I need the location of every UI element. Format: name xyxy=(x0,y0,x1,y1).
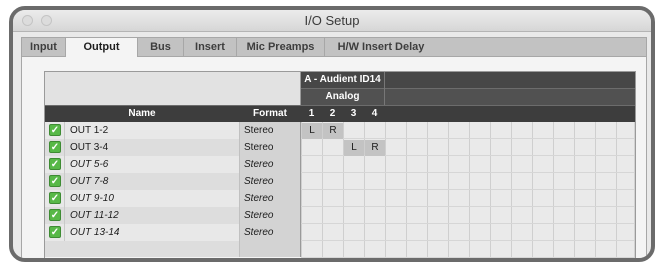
assignment-cell[interactable]: L xyxy=(302,123,322,139)
window-title: I/O Setup xyxy=(304,13,360,28)
empty-row xyxy=(45,241,301,257)
checkbox-cell: ✓ xyxy=(45,122,65,139)
tab-mic-preamps[interactable]: Mic Preamps xyxy=(237,38,325,56)
tab-output[interactable]: Output xyxy=(66,38,138,57)
tab-bus[interactable]: Bus xyxy=(138,38,184,56)
checkmark-icon[interactable]: ✓ xyxy=(49,124,61,136)
path-format: Stereo xyxy=(239,190,301,207)
table-row[interactable]: ✓ OUT 11-12 Stereo xyxy=(45,207,301,224)
path-name[interactable]: OUT 1-2 xyxy=(67,122,237,139)
checkbox-cell: ✓ xyxy=(45,156,65,173)
assignment-cell[interactable]: L xyxy=(344,140,364,156)
assignment-cell[interactable]: R xyxy=(323,123,343,139)
checkbox-cell: ✓ xyxy=(45,207,65,224)
table-row[interactable]: ✓ OUT 3-4 Stereo xyxy=(45,139,301,156)
checkmark-icon[interactable]: ✓ xyxy=(49,226,61,238)
table-row[interactable]: ✓ OUT 7-8 Stereo xyxy=(45,173,301,190)
tab-insert[interactable]: Insert xyxy=(184,38,237,56)
checkbox-cell: ✓ xyxy=(45,224,65,241)
path-name[interactable]: OUT 13-14 xyxy=(67,224,237,241)
path-format: Stereo xyxy=(239,122,301,139)
path-format: Stereo xyxy=(239,139,301,156)
checkbox-cell: ✓ xyxy=(45,190,65,207)
table-row[interactable]: ✓ OUT 9-10 Stereo xyxy=(45,190,301,207)
tab-bar: Input Output Bus Insert Mic Preamps H/W … xyxy=(21,37,647,57)
channel-header[interactable]: 4 xyxy=(364,105,385,122)
output-panel: A - Audient ID14 Analog Name Format 1 2 … xyxy=(21,57,647,258)
grid-line xyxy=(301,240,635,241)
tab-input[interactable]: Input xyxy=(22,38,66,56)
header-spacer xyxy=(45,72,301,105)
path-name[interactable]: OUT 9-10 xyxy=(67,190,237,207)
vertical-scrollbar[interactable] xyxy=(634,122,635,258)
path-format: Stereo xyxy=(239,173,301,190)
grid-line xyxy=(301,138,635,139)
grid-line xyxy=(301,223,635,224)
checkmark-icon[interactable]: ✓ xyxy=(49,141,61,153)
path-name[interactable]: OUT 3-4 xyxy=(67,139,237,156)
path-format: Stereo xyxy=(239,224,301,241)
table-row[interactable]: ✓ OUT 13-14 Stereo xyxy=(45,224,301,241)
group-label[interactable]: Analog xyxy=(301,88,385,105)
grid-line xyxy=(301,189,635,190)
grid-line xyxy=(301,172,635,173)
channel-header[interactable]: 1 xyxy=(301,105,322,122)
empty-format-cell xyxy=(239,241,301,257)
tab-hw-insert-delay[interactable]: H/W Insert Delay xyxy=(325,38,437,56)
checkbox-cell: ✓ xyxy=(45,139,65,156)
io-setup-window: I/O Setup Input Output Bus Insert Mic Pr… xyxy=(9,6,655,262)
table-row[interactable]: ✓ OUT 1-2 Stereo xyxy=(45,122,301,139)
checkmark-icon[interactable]: ✓ xyxy=(49,209,61,221)
channel-header[interactable]: 3 xyxy=(343,105,364,122)
checkmark-icon[interactable]: ✓ xyxy=(49,158,61,170)
grid-line xyxy=(301,257,635,258)
io-table: A - Audient ID14 Analog Name Format 1 2 … xyxy=(44,71,636,258)
channel-header[interactable]: 2 xyxy=(322,105,343,122)
checkmark-icon[interactable]: ✓ xyxy=(49,175,61,187)
path-name[interactable]: OUT 7-8 xyxy=(67,173,237,190)
table-row[interactable]: ✓ OUT 5-6 Stereo xyxy=(45,156,301,173)
path-name[interactable]: OUT 11-12 xyxy=(67,207,237,224)
device-label[interactable]: A - Audient ID14 xyxy=(301,72,385,88)
format-column-header[interactable]: Format xyxy=(239,105,301,122)
name-column-header[interactable]: Name xyxy=(45,105,239,122)
title-bar[interactable]: I/O Setup xyxy=(13,10,651,32)
checkmark-icon[interactable]: ✓ xyxy=(49,192,61,204)
grid-line xyxy=(301,206,635,207)
assignment-cell[interactable]: R xyxy=(365,140,385,156)
checkbox-cell: ✓ xyxy=(45,173,65,190)
path-name[interactable]: OUT 5-6 xyxy=(67,156,237,173)
path-format: Stereo xyxy=(239,207,301,224)
path-format: Stereo xyxy=(239,156,301,173)
